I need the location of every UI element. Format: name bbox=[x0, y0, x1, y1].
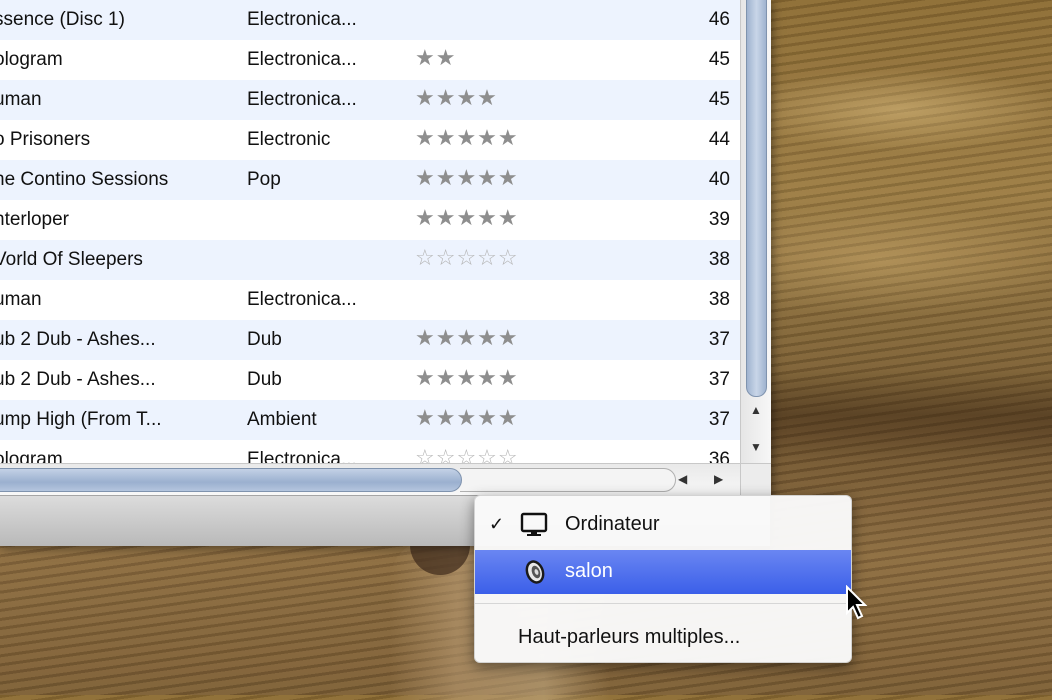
table-row[interactable]: ologram Electronica... ★★ 45 bbox=[0, 40, 740, 80]
menu-item-salon[interactable]: salon bbox=[475, 550, 851, 594]
scroll-right-arrow-icon[interactable]: ▶ bbox=[714, 472, 723, 486]
horizontal-scroll-thumb[interactable] bbox=[0, 468, 462, 492]
background-wet-sand bbox=[740, 370, 1052, 460]
genre-cell: Electronica... bbox=[247, 49, 357, 70]
table-row[interactable]: Vorld Of Sleepers ☆☆☆☆☆ 38 bbox=[0, 240, 740, 280]
speaker-icon bbox=[525, 560, 545, 584]
album-cell: ub 2 Dub - Ashes... bbox=[0, 329, 156, 350]
play-count-cell: 40 bbox=[708, 169, 730, 190]
play-count-cell: 38 bbox=[708, 249, 730, 270]
play-count-cell: 37 bbox=[708, 409, 730, 430]
table-row[interactable]: uman Electronica... ★★★★ 45 bbox=[0, 80, 740, 120]
menu-separator bbox=[475, 603, 851, 604]
album-cell: ologram bbox=[0, 449, 63, 463]
album-cell: ump High (From T... bbox=[0, 409, 162, 430]
genre-cell: Ambient bbox=[247, 409, 317, 430]
album-cell: ssence (Disc 1) bbox=[0, 9, 125, 30]
scroll-up-arrow-icon[interactable]: ▲ bbox=[741, 403, 771, 417]
album-cell: uman bbox=[0, 89, 42, 110]
genre-cell: Electronica... bbox=[247, 449, 357, 463]
menu-item-ordinateur[interactable]: ✓ Ordinateur bbox=[475, 503, 851, 547]
table-row[interactable]: ub 2 Dub - Ashes... Dub ★★★★★ 37 bbox=[0, 320, 740, 360]
scroll-left-arrow-icon[interactable]: ◀ bbox=[678, 472, 687, 486]
album-cell: Vorld Of Sleepers bbox=[0, 249, 143, 270]
menu-item-label: Ordinateur bbox=[565, 513, 660, 535]
play-count-cell: 46 bbox=[708, 9, 730, 30]
rating-cell[interactable]: ☆☆☆☆☆ bbox=[415, 446, 519, 463]
album-cell: ologram bbox=[0, 49, 63, 70]
table-row[interactable]: ologram Electronica... ☆☆☆☆☆ 36 bbox=[0, 440, 740, 463]
rating-cell[interactable]: ★★★★★ bbox=[415, 206, 519, 231]
genre-cell: Electronic bbox=[247, 129, 331, 150]
genre-cell: Pop bbox=[247, 169, 281, 190]
play-count-cell: 37 bbox=[708, 329, 730, 350]
vertical-scroll-thumb[interactable] bbox=[746, 0, 767, 397]
table-row[interactable]: he Contino Sessions Pop ★★★★★ 40 bbox=[0, 160, 740, 200]
play-count-cell: 38 bbox=[708, 289, 730, 310]
speaker-output-menu: ✓ Ordinateur salon Haut-parleurs multipl… bbox=[474, 495, 852, 663]
play-count-cell: 45 bbox=[708, 89, 730, 110]
rating-cell[interactable]: ★★★★★ bbox=[415, 126, 519, 151]
genre-cell: Electronica... bbox=[247, 89, 357, 110]
album-cell: o Prisoners bbox=[0, 129, 91, 150]
genre-cell: Dub bbox=[247, 369, 282, 390]
rating-cell[interactable]: ★★★★★ bbox=[415, 326, 519, 351]
play-count-cell: 39 bbox=[708, 209, 730, 230]
table-row[interactable]: o Prisoners Electronic ★★★★★ 44 bbox=[0, 120, 740, 160]
menu-item-label: salon bbox=[565, 560, 613, 582]
table-row[interactable]: ub 2 Dub - Ashes... Dub ★★★★★ 37 bbox=[0, 360, 740, 400]
rating-cell[interactable]: ★★★★ bbox=[415, 86, 498, 111]
album-cell: uman bbox=[0, 289, 42, 310]
rating-cell[interactable]: ★★ bbox=[415, 46, 456, 71]
play-count-cell: 37 bbox=[708, 369, 730, 390]
vertical-scrollbar[interactable]: ▲ ▼ bbox=[740, 0, 771, 463]
menu-item-label: Haut-parleurs multiples... bbox=[518, 626, 741, 648]
horizontal-scroll-track[interactable] bbox=[460, 468, 676, 492]
menu-item-haut-parleurs-multiples[interactable]: Haut-parleurs multiples... bbox=[475, 616, 851, 660]
mouse-cursor-icon bbox=[846, 585, 868, 620]
album-cell: he Contino Sessions bbox=[0, 169, 169, 190]
scrollbar-corner bbox=[740, 463, 771, 496]
rating-cell[interactable]: ★★★★★ bbox=[415, 366, 519, 391]
rating-cell[interactable]: ☆☆☆☆☆ bbox=[415, 246, 519, 271]
table-row[interactable]: ssence (Disc 1) Electronica... 46 bbox=[0, 0, 740, 40]
table-row[interactable]: ump High (From T... Ambient ★★★★★ 37 bbox=[0, 400, 740, 440]
rating-cell[interactable]: ★★★★★ bbox=[415, 406, 519, 431]
song-list-table: ssence (Disc 1) Electronica... 46 ologra… bbox=[0, 0, 740, 463]
album-cell: ub 2 Dub - Ashes... bbox=[0, 369, 156, 390]
rating-cell[interactable]: ★★★★★ bbox=[415, 166, 519, 191]
genre-cell: Electronica... bbox=[247, 289, 357, 310]
table-row[interactable]: nterloper ★★★★★ 39 bbox=[0, 200, 740, 240]
scroll-down-arrow-icon[interactable]: ▼ bbox=[741, 440, 771, 454]
monitor-icon bbox=[520, 512, 548, 536]
itunes-window: ssence (Disc 1) Electronica... 46 ologra… bbox=[0, 0, 771, 546]
play-count-cell: 45 bbox=[708, 49, 730, 70]
horizontal-scrollbar[interactable]: ◀ ▶ bbox=[0, 463, 740, 496]
play-count-cell: 36 bbox=[708, 449, 730, 463]
genre-cell: Electronica... bbox=[247, 9, 357, 30]
genre-cell: Dub bbox=[247, 329, 282, 350]
table-row[interactable]: uman Electronica... 38 bbox=[0, 280, 740, 320]
play-count-cell: 44 bbox=[708, 129, 730, 150]
checkmark-icon: ✓ bbox=[489, 514, 505, 534]
album-cell: nterloper bbox=[0, 209, 69, 230]
